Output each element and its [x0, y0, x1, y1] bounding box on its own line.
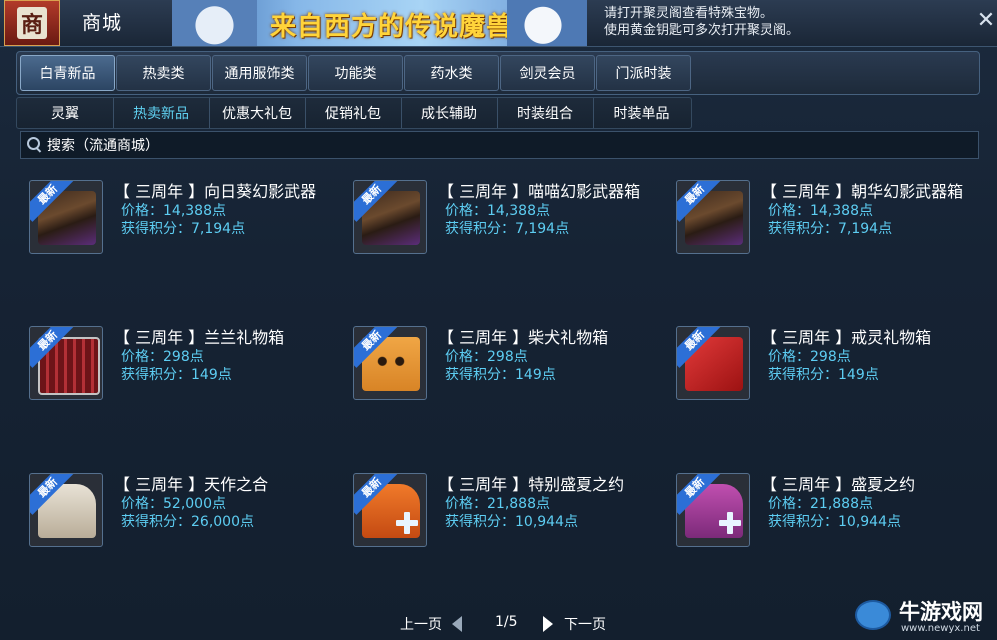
item-points: 获得积分：26,000点	[121, 514, 254, 530]
page-indicator: 1/5	[495, 614, 518, 630]
item-name: 【 三周年 】戒灵礼物箱	[761, 328, 932, 347]
search-icon	[27, 137, 43, 153]
item-price: 价格：21,888点	[768, 496, 873, 512]
watermark-name: 牛游戏网	[899, 600, 983, 624]
plus-icon	[717, 510, 743, 536]
tab-white-green-new[interactable]: 白青新品	[20, 55, 115, 91]
item-name: 【 三周年 】盛夏之约	[761, 475, 916, 494]
item-thumbnail[interactable]: 最新	[676, 180, 750, 254]
item-thumbnail[interactable]: 最新	[353, 180, 427, 254]
site-watermark: 牛游戏网 www.newyx.net	[855, 596, 995, 640]
shop-item[interactable]: 最新 【 三周年 】喵喵幻影武器箱 价格：14,388点 获得积分：7,194点	[341, 178, 659, 278]
item-price: 价格：298点	[445, 349, 528, 365]
subtab-promo-packs[interactable]: 促销礼包	[305, 98, 402, 128]
item-thumbnail[interactable]: 最新	[353, 473, 427, 547]
shop-logo-icon: 商	[17, 7, 47, 39]
item-name: 【 三周年 】特别盛夏之约	[438, 475, 625, 494]
item-thumbnail[interactable]: 最新	[676, 326, 750, 400]
item-thumbnail[interactable]: 最新	[353, 326, 427, 400]
item-name: 【 三周年 】喵喵幻影武器箱	[438, 182, 641, 201]
item-price: 价格：21,888点	[445, 496, 550, 512]
item-points: 获得积分：7,194点	[768, 221, 893, 237]
hint-line-1: 请打开聚灵阁查看特殊宝物。	[604, 6, 774, 21]
hint-text: 请打开聚灵阁查看特殊宝物。 使用黄金钥匙可多次打开聚灵阁。	[604, 5, 799, 39]
plus-icon	[394, 510, 420, 536]
item-points: 获得积分：149点	[768, 367, 879, 383]
item-price: 价格：52,000点	[121, 496, 226, 512]
item-name: 【 三周年 】朝华幻影武器箱	[761, 182, 964, 201]
tab-potions[interactable]: 药水类	[404, 55, 499, 91]
item-price: 价格：298点	[121, 349, 204, 365]
item-points: 获得积分：10,944点	[768, 514, 901, 530]
search-placeholder: 搜索（流通商城）	[47, 138, 159, 154]
bull-mascot-icon	[855, 600, 891, 630]
tab-hot-sale[interactable]: 热卖类	[116, 55, 211, 91]
prev-page-button[interactable]: 上一页	[400, 614, 442, 634]
subcategory-tab-bar: 灵翼 热卖新品 优惠大礼包 促销礼包 成长辅助 时装组合 时装单品	[16, 97, 692, 129]
item-points: 获得积分：149点	[121, 367, 232, 383]
subtab-wings[interactable]: 灵翼	[17, 98, 114, 128]
shop-item[interactable]: 最新 【 三周年 】兰兰礼物箱 价格：298点 获得积分：149点	[17, 324, 335, 424]
banner-text: 来自西方的传说魔兽	[270, 12, 514, 42]
item-name: 【 三周年 】兰兰礼物箱	[114, 328, 285, 347]
item-points: 获得积分：149点	[445, 367, 556, 383]
shop-item[interactable]: 最新 【 三周年 】戒灵礼物箱 价格：298点 获得积分：149点	[664, 324, 982, 424]
shop-item[interactable]: 最新 【 三周年 】向日葵幻影武器 价格：14,388点 获得积分：7,194点	[17, 178, 335, 278]
subtab-growth[interactable]: 成长辅助	[401, 98, 498, 128]
next-page-button[interactable]: 下一页	[564, 614, 606, 634]
window-title: 商城	[82, 12, 123, 34]
item-thumbnail[interactable]: 最新	[676, 473, 750, 547]
category-tab-bar: 白青新品 热卖类 通用服饰类 功能类 药水类 剑灵会员 门派时装	[16, 51, 980, 95]
item-name: 【 三周年 】天作之合	[114, 475, 269, 494]
item-price: 价格：14,388点	[445, 203, 550, 219]
watermark-url: www.newyx.net	[901, 623, 980, 634]
item-name: 【 三周年 】向日葵幻影武器	[114, 182, 317, 201]
next-arrow-icon[interactable]	[543, 616, 553, 632]
hint-line-2: 使用黄金钥匙可多次打开聚灵阁。	[604, 23, 800, 38]
item-points: 获得积分：7,194点	[445, 221, 570, 237]
item-price: 价格：14,388点	[121, 203, 226, 219]
eagle-mascot-icon	[507, 0, 587, 46]
shop-item[interactable]: 最新 【 三周年 】朝华幻影武器箱 价格：14,388点 获得积分：7,194点	[664, 178, 982, 278]
title-bar: 商 商城 来自西方的传说魔兽 请打开聚灵阁查看特殊宝物。 使用黄金钥匙可多次打开…	[0, 0, 997, 47]
tab-general-apparel[interactable]: 通用服饰类	[212, 55, 307, 91]
subtab-outfit-single[interactable]: 时装单品	[593, 98, 690, 128]
item-price: 价格：298点	[768, 349, 851, 365]
shop-logo: 商	[4, 0, 60, 46]
eagle-mascot-icon	[172, 0, 257, 46]
item-price: 价格：14,388点	[768, 203, 873, 219]
shop-item[interactable]: 最新 【 三周年 】柴犬礼物箱 价格：298点 获得积分：149点	[341, 324, 659, 424]
shop-item[interactable]: 最新 【 三周年 】特别盛夏之约 价格：21,888点 获得积分：10,944点	[341, 471, 659, 571]
item-thumbnail[interactable]: 最新	[29, 180, 103, 254]
item-name: 【 三周年 】柴犬礼物箱	[438, 328, 609, 347]
tab-membership[interactable]: 剑灵会员	[500, 55, 595, 91]
search-input[interactable]: 搜索（流通商城）	[20, 131, 979, 159]
item-points: 获得积分：10,944点	[445, 514, 578, 530]
item-thumbnail[interactable]: 最新	[29, 473, 103, 547]
subtab-hot-new[interactable]: 热卖新品	[113, 98, 210, 128]
shop-window: 商 商城 来自西方的传说魔兽 请打开聚灵阁查看特殊宝物。 使用黄金钥匙可多次打开…	[0, 0, 997, 640]
prev-arrow-icon[interactable]	[452, 616, 462, 632]
promo-banner[interactable]: 来自西方的传说魔兽	[172, 0, 587, 46]
item-points: 获得积分：7,194点	[121, 221, 246, 237]
item-thumbnail[interactable]: 最新	[29, 326, 103, 400]
subtab-outfit-sets[interactable]: 时装组合	[497, 98, 594, 128]
shop-item[interactable]: 最新 【 三周年 】天作之合 价格：52,000点 获得积分：26,000点	[17, 471, 335, 571]
close-icon[interactable]: ✕	[975, 10, 997, 32]
tab-functional[interactable]: 功能类	[308, 55, 403, 91]
shop-item[interactable]: 最新 【 三周年 】盛夏之约 价格：21,888点 获得积分：10,944点	[664, 471, 982, 571]
tab-sect-fashion[interactable]: 门派时装	[596, 55, 691, 91]
subtab-bundles[interactable]: 优惠大礼包	[209, 98, 306, 128]
